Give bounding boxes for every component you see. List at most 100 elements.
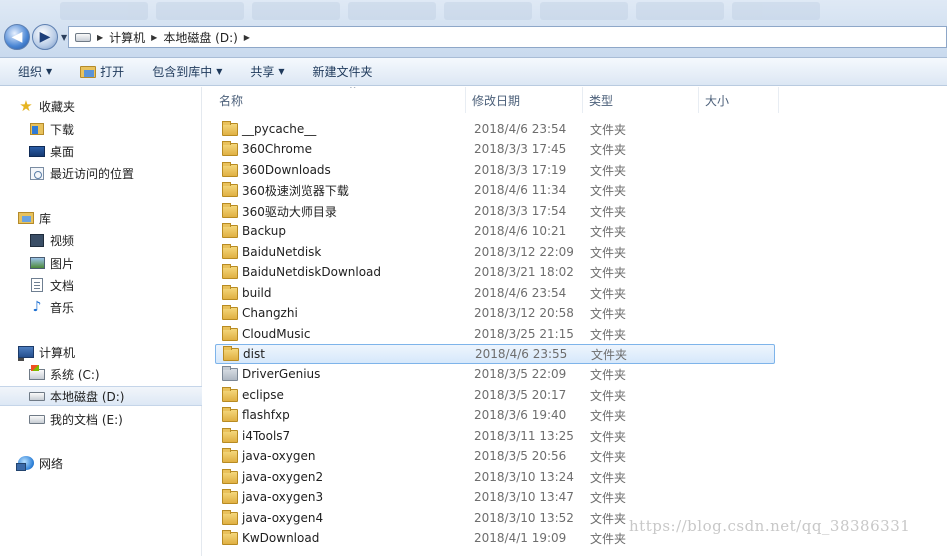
file-type: 文件夹: [590, 224, 627, 239]
file-type: 文件夹: [590, 142, 627, 157]
forward-button[interactable]: ▶: [32, 24, 58, 50]
file-row[interactable]: KwDownload 2018/4/1 19:09 文件夹: [215, 528, 775, 548]
sidebar-item-label: 最近访问的位置: [50, 166, 135, 181]
file-type: 文件夹: [590, 245, 627, 260]
folder-icon: [222, 325, 238, 341]
file-modified-date: 2018/4/6 23:54: [474, 286, 567, 300]
sidebar-item-libraries[interactable]: 库: [0, 208, 202, 228]
computer-icon: [18, 346, 34, 361]
sort-ascending-icon: ^: [349, 87, 357, 95]
column-header-date[interactable]: 修改日期: [466, 87, 583, 113]
file-row[interactable]: java-oxygen 2018/3/5 20:56 文件夹: [215, 446, 775, 466]
file-row[interactable]: java-oxygen4 2018/3/10 13:52 文件夹: [215, 508, 775, 528]
file-name: java-oxygen4: [242, 511, 324, 525]
file-modified-date: 2018/3/10 13:24: [474, 470, 574, 484]
chevron-right-icon[interactable]: ▶: [151, 33, 157, 42]
sidebar-item-desktop[interactable]: 桌面: [0, 141, 202, 161]
sidebar-item-label: 网络: [39, 456, 64, 471]
sidebar-item-label: 我的文档 (E:): [50, 412, 123, 427]
file-list: 名称 ^ 修改日期 类型 大小 __pycache__ 2018/4/6 23:5…: [203, 87, 947, 556]
column-header-label: 名称: [219, 93, 244, 108]
navigation-pane: ★ 收藏夹 下载 桌面 最近访问的位置 库 视频 图片 文档 ♪ 音乐 计算机 …: [0, 87, 202, 556]
sidebar-item-music[interactable]: ♪ 音乐: [0, 297, 202, 317]
command-toolbar: 组织 ▼ 打开 包含到库中 ▼ 共享 ▼ 新建文件夹: [0, 58, 947, 86]
chevron-right-icon[interactable]: ▶: [97, 33, 103, 42]
new-folder-button[interactable]: 新建文件夹: [313, 63, 373, 80]
file-row[interactable]: 360驱动大师目录 2018/3/3 17:54 文件夹: [215, 201, 775, 221]
file-row[interactable]: 360Chrome 2018/3/3 17:45 文件夹: [215, 139, 775, 159]
sidebar-item-downloads[interactable]: 下载: [0, 119, 202, 139]
folder-icon: [222, 284, 238, 300]
file-type: 文件夹: [590, 388, 627, 403]
organize-button[interactable]: 组织 ▼: [18, 63, 52, 80]
file-row[interactable]: BaiduNetdiskDownload 2018/3/21 18:02 文件夹: [215, 262, 775, 282]
folder-icon: [222, 468, 238, 484]
share-button[interactable]: 共享 ▼: [250, 63, 284, 80]
address-bar[interactable]: ▶ 计算机 ▶ 本地磁盘 (D:) ▶: [68, 26, 947, 48]
sidebar-item-documents[interactable]: 文档: [0, 275, 202, 295]
file-modified-date: 2018/4/6 23:55: [475, 347, 568, 361]
column-header-type[interactable]: 类型: [583, 87, 699, 113]
file-row[interactable]: 360Downloads 2018/3/3 17:19 文件夹: [215, 160, 775, 180]
file-row[interactable]: Backup 2018/4/6 10:21 文件夹: [215, 221, 775, 241]
file-modified-date: 2018/3/6 19:40: [474, 408, 567, 422]
sidebar-item-network[interactable]: 网络: [0, 453, 202, 473]
recent-pages-dropdown-icon[interactable]: ▼: [61, 33, 67, 42]
file-name: CloudMusic: [242, 327, 311, 341]
chevron-right-icon[interactable]: ▶: [244, 33, 250, 42]
sidebar-item-label: 下载: [50, 122, 75, 137]
sidebar-item-system-c[interactable]: 系统 (C:): [0, 364, 202, 384]
recent-places-icon: [30, 166, 44, 180]
file-row[interactable]: 360极速浏览器下载 2018/4/6 11:34 文件夹: [215, 180, 775, 200]
sidebar-item-label: 桌面: [50, 144, 75, 159]
column-header-size[interactable]: 大小: [699, 87, 779, 113]
file-row[interactable]: DriverGenius 2018/3/5 22:09 文件夹: [215, 364, 775, 384]
breadcrumb-local-disk-d[interactable]: 本地磁盘 (D:): [163, 29, 237, 46]
file-row[interactable]: dist 2018/4/6 23:55 文件夹: [215, 344, 775, 364]
folder-icon: [222, 202, 238, 218]
folder-icon: [222, 509, 238, 525]
sidebar-item-favorites[interactable]: ★ 收藏夹: [0, 96, 202, 116]
file-name: java-oxygen3: [242, 490, 324, 504]
file-modified-date: 2018/3/25 21:15: [474, 327, 574, 341]
file-type: 文件夹: [590, 449, 627, 464]
sidebar-item-computer[interactable]: 计算机: [0, 342, 202, 362]
include-in-library-button[interactable]: 包含到库中 ▼: [152, 63, 222, 80]
file-type: 文件夹: [590, 306, 627, 321]
file-modified-date: 2018/3/5 22:09: [474, 367, 567, 381]
folder-icon: [222, 427, 238, 443]
drive-icon: [29, 391, 45, 401]
file-type: 文件夹: [590, 265, 627, 280]
sidebar-item-videos[interactable]: 视频: [0, 230, 202, 250]
file-row[interactable]: __pycache__ 2018/4/6 23:54 文件夹: [215, 119, 775, 139]
file-name: eclipse: [242, 388, 284, 402]
sidebar-item-my-documents-e[interactable]: 我的文档 (E:): [0, 409, 202, 429]
file-row[interactable]: eclipse 2018/3/5 20:17 文件夹: [215, 385, 775, 405]
folder-icon: [222, 406, 238, 422]
file-modified-date: 2018/3/21 18:02: [474, 265, 574, 279]
file-name: BaiduNetdiskDownload: [242, 265, 382, 279]
file-row[interactable]: CloudMusic 2018/3/25 21:15 文件夹: [215, 324, 775, 344]
column-header-name[interactable]: 名称 ^: [213, 87, 466, 113]
arrow-right-icon: ▶: [39, 29, 51, 45]
file-modified-date: 2018/4/1 19:09: [474, 531, 567, 545]
file-row[interactable]: Changzhi 2018/3/12 20:58 文件夹: [215, 303, 775, 323]
file-row[interactable]: java-oxygen3 2018/3/10 13:47 文件夹: [215, 487, 775, 507]
file-name: java-oxygen: [242, 449, 316, 463]
back-button[interactable]: ◀: [4, 24, 30, 50]
file-row[interactable]: flashfxp 2018/3/6 19:40 文件夹: [215, 405, 775, 425]
sidebar-item-pictures[interactable]: 图片: [0, 253, 202, 273]
breadcrumb-computer[interactable]: 计算机: [109, 29, 145, 46]
file-name: dist: [243, 347, 265, 361]
drive-icon: [75, 32, 91, 42]
file-row[interactable]: java-oxygen2 2018/3/10 13:24 文件夹: [215, 467, 775, 487]
sidebar-item-recent-places[interactable]: 最近访问的位置: [0, 163, 202, 183]
file-row[interactable]: BaiduNetdisk 2018/3/12 22:09 文件夹: [215, 242, 775, 262]
sidebar-item-local-disk-d[interactable]: 本地磁盘 (D:): [0, 386, 202, 406]
open-button[interactable]: 打开: [80, 63, 124, 80]
chevron-down-icon: ▼: [46, 67, 53, 76]
folder-icon: [223, 345, 239, 361]
share-label: 共享: [250, 65, 275, 79]
file-row[interactable]: build 2018/4/6 23:54 文件夹: [215, 283, 775, 303]
file-row[interactable]: i4Tools7 2018/3/11 13:25 文件夹: [215, 426, 775, 446]
